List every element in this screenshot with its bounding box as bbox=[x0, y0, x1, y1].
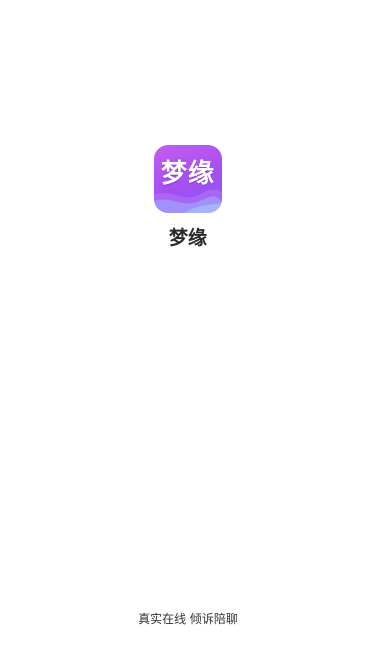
splash-screen: 梦缘 梦缘 真实在线 倾诉陪聊 bbox=[0, 0, 376, 669]
app-logo-icon: 梦缘 bbox=[154, 145, 222, 213]
app-logo-text: 梦缘 bbox=[160, 159, 215, 189]
footer-slogan: 真实在线 倾诉陪聊 bbox=[138, 612, 238, 626]
app-title: 梦缘 bbox=[168, 227, 207, 249]
